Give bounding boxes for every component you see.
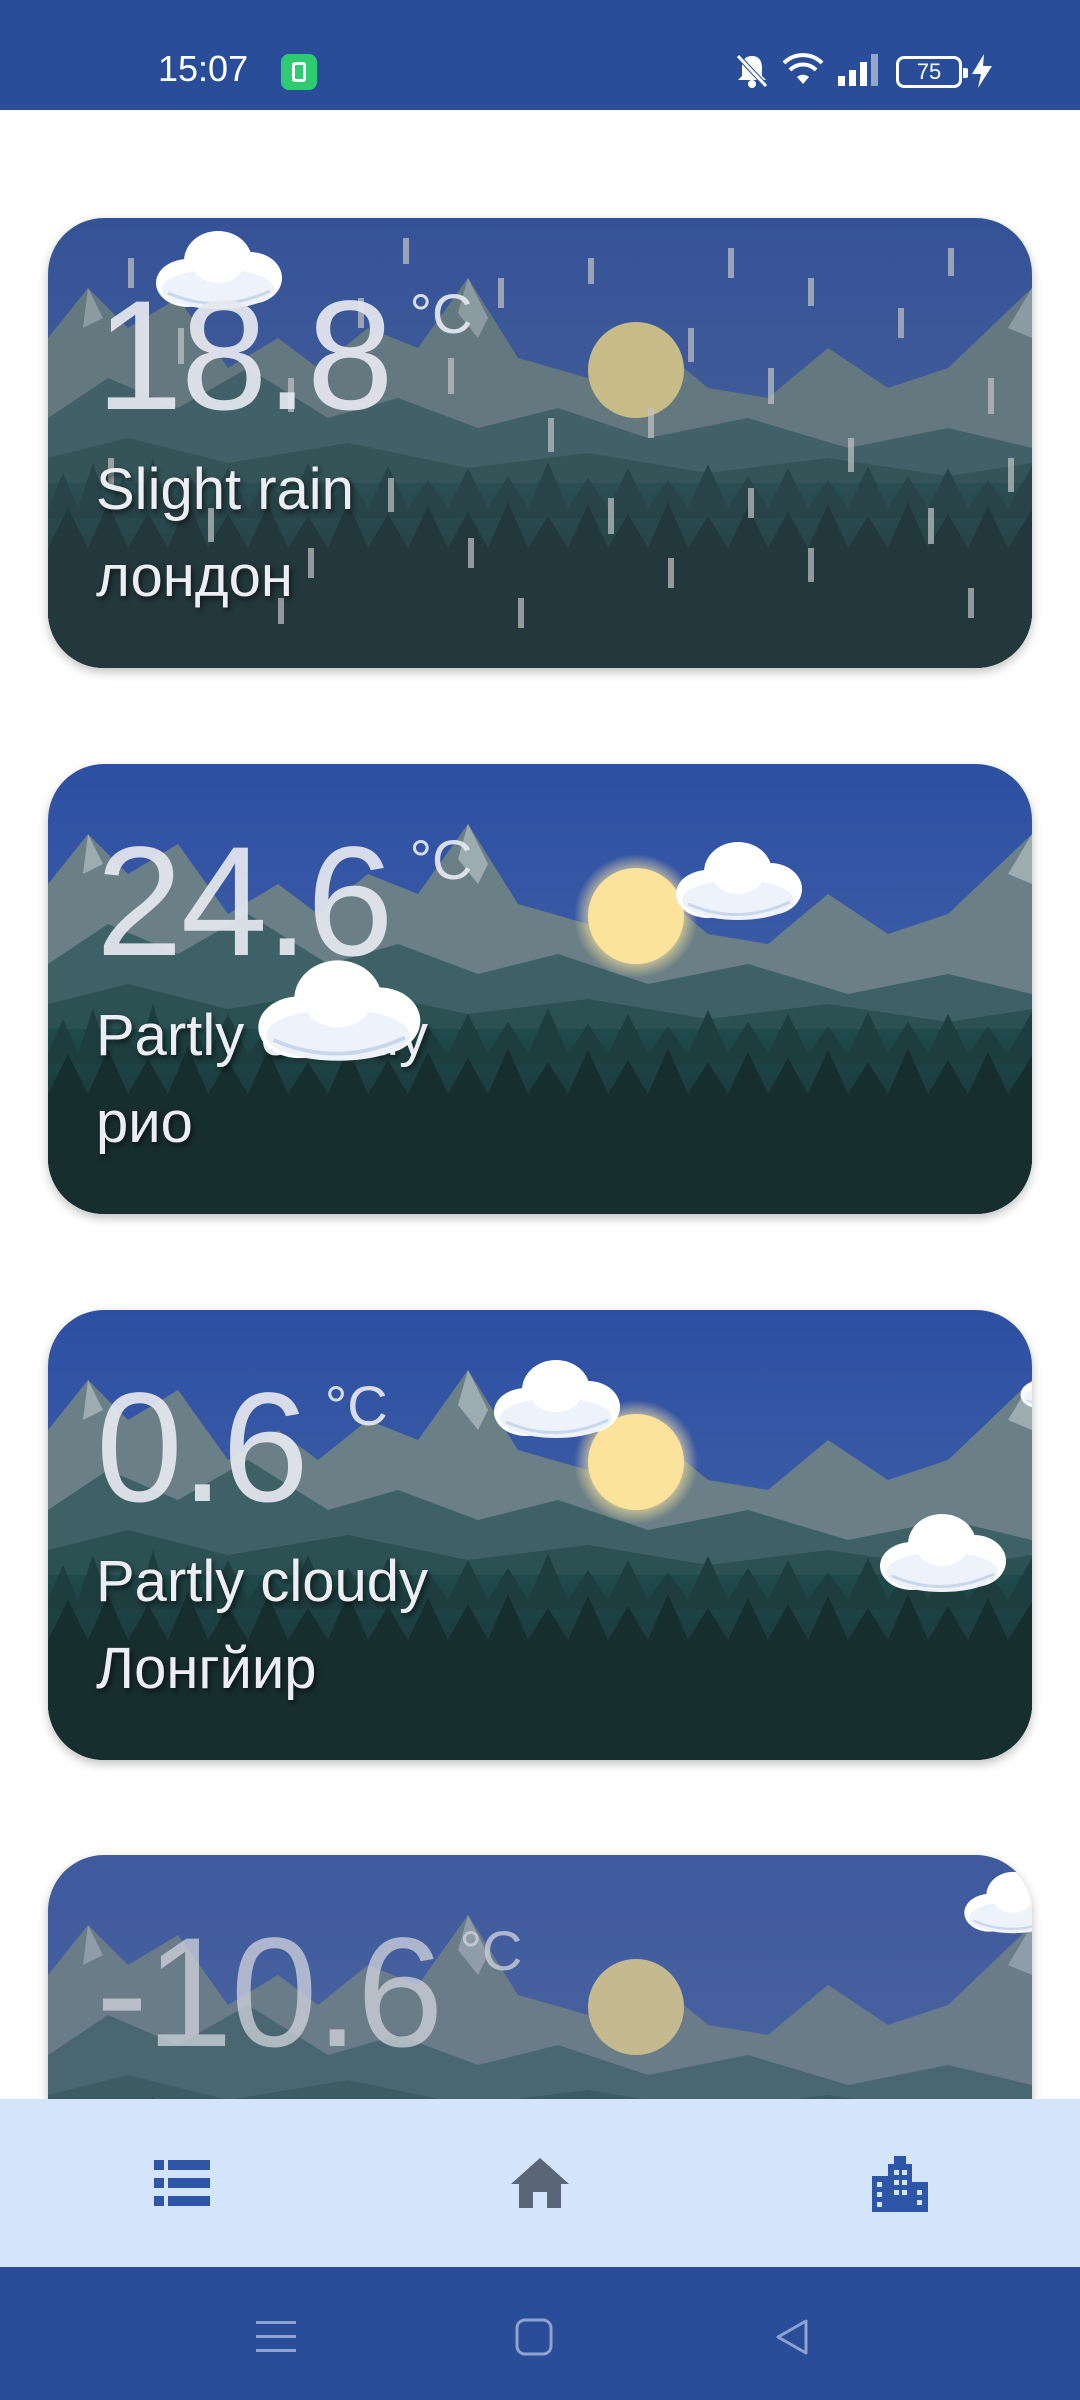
cloud-icon [248,950,428,1066]
city-icon [872,2156,928,2212]
status-time: 15:07 [158,48,249,89]
battery-icon: 75 [896,56,968,88]
system-menu-button[interactable] [236,2297,316,2377]
temperature-number: 18.8 [96,269,394,443]
battery-level: 75 [916,59,942,84]
city-name: лондон [96,544,293,609]
weather-condition: Slight rain [96,457,354,522]
temperature-unit: °C [324,1374,388,1437]
bottom-navigation [0,2099,1080,2267]
system-home-button[interactable] [494,2297,574,2377]
system-back-button[interactable] [752,2297,832,2377]
system-navigation-bar [0,2267,1080,2400]
temperature-value: 0.6 °C [96,1370,388,1526]
home-square-icon [515,2318,553,2356]
back-icon [776,2319,808,2355]
temperature-value: 18.8 °C [96,278,472,434]
menu-icon [256,2321,296,2352]
mute-icon [736,54,768,88]
signal-icon [838,54,878,86]
temperature-unit: °C [409,282,473,345]
city-name: рио [96,1090,193,1155]
nav-home-button[interactable] [460,2099,620,2267]
temperature-unit: °C [409,828,473,891]
charging-icon [972,54,992,88]
temperature-value: -10.6 °C [96,1915,522,2071]
wifi-icon [782,53,824,84]
list-icon [154,2160,210,2206]
nav-list-button[interactable] [102,2099,262,2267]
temperature-number: -10.6 [96,1906,444,2080]
temperature-number: 0.6 [96,1361,309,1535]
battery-saver-icon [281,54,317,90]
weather-condition: Partly cloudy [96,1549,429,1614]
weather-card[interactable]: 24.6°C Partly cloudy рио [48,764,1032,1214]
nav-city-button[interactable] [820,2099,980,2267]
status-bar: 15:07 75 [0,0,1080,110]
home-icon [511,2158,569,2208]
city-name: Лонгйир [96,1636,317,1701]
weather-card[interactable]: 18.8 °C Slight rain лондон [48,218,1032,668]
temperature-unit: °C [459,1919,523,1982]
weather-card[interactable]: 0.6 °C Partly cloudy Лонгйир [48,1310,1032,1760]
